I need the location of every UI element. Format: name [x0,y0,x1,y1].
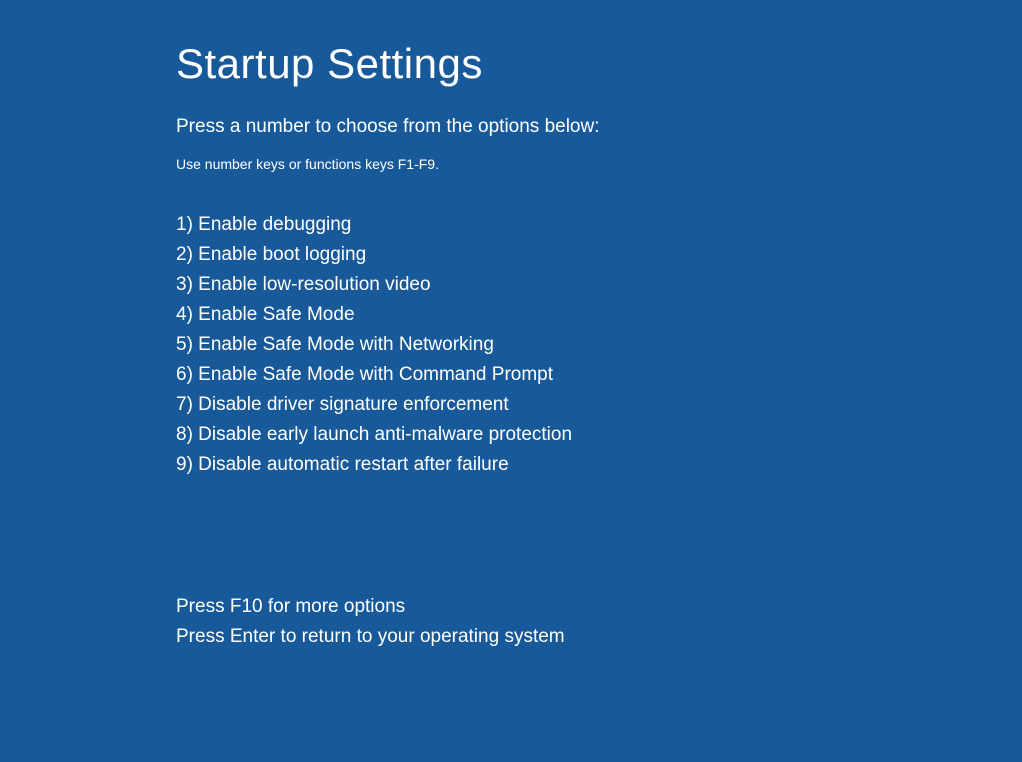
footer: Press F10 for more options Press Enter t… [176,592,1022,652]
option-7-disable-driver-sig[interactable]: 7) Disable driver signature enforcement [176,390,1022,420]
option-3-low-resolution-video[interactable]: 3) Enable low-resolution video [176,270,1022,300]
return-os-hint: Press Enter to return to your operating … [176,622,1022,652]
option-4-safe-mode[interactable]: 4) Enable Safe Mode [176,300,1022,330]
startup-settings-screen: Startup Settings Press a number to choos… [0,0,1022,652]
option-6-safe-mode-cmd[interactable]: 6) Enable Safe Mode with Command Prompt [176,360,1022,390]
option-2-boot-logging[interactable]: 2) Enable boot logging [176,240,1022,270]
instruction-text: Press a number to choose from the option… [176,116,1022,138]
option-1-debugging[interactable]: 1) Enable debugging [176,210,1022,240]
page-title: Startup Settings [176,40,1022,88]
subinstruction-text: Use number keys or functions keys F1-F9. [176,156,1022,172]
option-5-safe-mode-networking[interactable]: 5) Enable Safe Mode with Networking [176,330,1022,360]
option-9-disable-auto-restart[interactable]: 9) Disable automatic restart after failu… [176,450,1022,480]
options-list: 1) Enable debugging 2) Enable boot loggi… [176,210,1022,480]
option-8-disable-anti-malware[interactable]: 8) Disable early launch anti-malware pro… [176,420,1022,450]
more-options-hint: Press F10 for more options [176,592,1022,622]
